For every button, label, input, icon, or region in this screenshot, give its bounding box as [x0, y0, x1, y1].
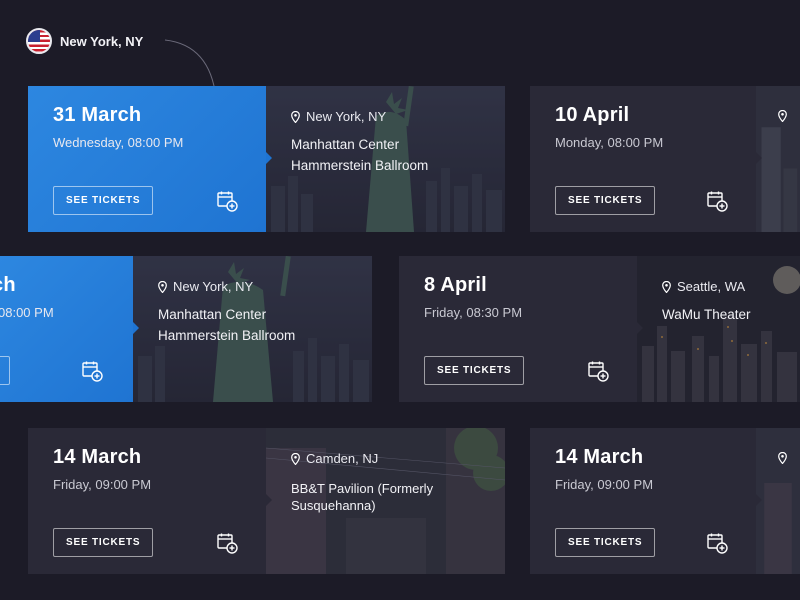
- event-time: Friday, 08:30 PM: [424, 305, 523, 320]
- event-card[interactable]: 8 April Friday, 08:30 PM SEE TICKETS Sea…: [399, 256, 800, 402]
- panel-arrow: [133, 322, 139, 334]
- event-date-panel: 14 March Friday, 09:00 PM SEE TICKETS: [530, 428, 762, 574]
- venue-line-1: Manhattan Center: [291, 137, 400, 152]
- event-card[interactable]: ch 08:00 PM: [0, 256, 372, 402]
- panel-arrow: [637, 322, 643, 334]
- event-time: 08:00 PM: [0, 305, 54, 320]
- location-pin-icon: [778, 109, 787, 123]
- calendar-add-icon[interactable]: [705, 189, 729, 213]
- event-date: 31 March: [53, 104, 142, 126]
- event-card[interactable]: 31 March Wednesday, 08:00 PM SEE TICKETS: [28, 86, 505, 232]
- calendar-add-icon[interactable]: [215, 531, 239, 555]
- city-photo: [756, 428, 800, 574]
- event-time: Monday, 08:00 PM: [555, 135, 664, 150]
- location-city-label: New York, NY: [60, 33, 144, 49]
- panel-arrow: [756, 494, 762, 506]
- event-venue-panel: [756, 428, 800, 574]
- calendar-add-icon[interactable]: [80, 359, 104, 383]
- event-location: New York, NY: [158, 279, 347, 294]
- venue-line-1: BB&T Pavilion (Formerly Susquehanna): [291, 481, 434, 513]
- event-venue: WaMu Theater: [662, 304, 775, 325]
- panel-arrow: [266, 152, 272, 164]
- location-pin-icon: [158, 280, 167, 293]
- event-location: New York, NY: [291, 109, 480, 124]
- venue-line-1: WaMu Theater: [662, 307, 751, 322]
- event-card[interactable]: 14 March Friday, 09:00 PM SEE TICKETS: [28, 428, 505, 574]
- calendar-add-icon[interactable]: [705, 531, 729, 555]
- location-pin-icon: [662, 280, 671, 293]
- event-venue: BB&T Pavilion (Formerly Susquehanna): [291, 480, 480, 514]
- event-date-panel: 10 April Monday, 08:00 PM SEE TICKETS: [530, 86, 762, 232]
- city-photo: [756, 86, 800, 232]
- venue-line-2: Hammerstein Ballroom: [158, 328, 296, 343]
- event-venue: Manhattan Center Hammerstein Ballroom: [291, 134, 480, 176]
- event-time: Friday, 09:00 PM: [53, 477, 152, 492]
- see-tickets-button[interactable]: SEE TICKETS: [424, 356, 525, 385]
- panel-arrow: [756, 152, 762, 164]
- see-tickets-button[interactable]: SEE TICKETS: [555, 528, 656, 557]
- venue-line-1: Manhattan Center: [158, 307, 267, 322]
- location-pin-icon: [291, 110, 300, 123]
- us-flag-icon: [26, 28, 52, 54]
- event-location-label: Seattle, WA: [677, 279, 746, 294]
- event-date: 8 April: [424, 274, 487, 296]
- event-venue: Manhattan Center Hammerstein Ballroom: [158, 304, 347, 346]
- event-date-panel: 31 March Wednesday, 08:00 PM SEE TICKETS: [28, 86, 272, 232]
- see-tickets-button[interactable]: SEE TICKETS: [555, 186, 656, 215]
- event-time: Wednesday, 08:00 PM: [53, 135, 184, 150]
- panel-arrow: [266, 494, 272, 506]
- see-tickets-button[interactable]: SEE TICKETS: [53, 186, 154, 215]
- see-tickets-button[interactable]: [0, 356, 10, 385]
- event-time: Friday, 09:00 PM: [555, 477, 654, 492]
- event-date-panel: 14 March Friday, 09:00 PM SEE TICKETS: [28, 428, 272, 574]
- event-venue-panel: New York, NY Manhattan Center Hammerstei…: [133, 256, 372, 402]
- event-location-label: New York, NY: [173, 279, 254, 294]
- see-tickets-button[interactable]: SEE TICKETS: [53, 528, 154, 557]
- event-location: Camden, NJ: [291, 451, 480, 466]
- venue-line-2: Hammerstein Ballroom: [291, 158, 429, 173]
- location-selector[interactable]: New York, NY: [26, 28, 143, 54]
- event-date: 14 March: [53, 446, 142, 468]
- event-date: ch: [0, 274, 16, 296]
- event-date: 14 March: [555, 446, 644, 468]
- event-location-label: New York, NY: [306, 109, 387, 124]
- event-venue-panel: Camden, NJ BB&T Pavilion (Formerly Susqu…: [266, 428, 505, 574]
- location-pin-icon: [778, 451, 787, 465]
- event-card[interactable]: 14 March Friday, 09:00 PM SEE TICKETS: [530, 428, 800, 574]
- event-date-panel: ch 08:00 PM: [0, 256, 139, 402]
- event-venue-panel: [756, 86, 800, 232]
- event-date: 10 April: [555, 104, 630, 126]
- calendar-add-icon[interactable]: [215, 189, 239, 213]
- calendar-add-icon[interactable]: [586, 359, 610, 383]
- event-card[interactable]: 10 April Monday, 08:00 PM SEE TICKETS: [530, 86, 800, 232]
- seattle-night-photo: [637, 256, 800, 402]
- event-date-panel: 8 April Friday, 08:30 PM SEE TICKETS: [399, 256, 643, 402]
- event-venue-panel: New York, NY Manhattan Center Hammerstei…: [266, 86, 505, 232]
- event-location-label: Camden, NJ: [306, 451, 379, 466]
- event-location: Seattle, WA: [662, 279, 775, 294]
- event-venue-panel: Seattle, WA WaMu Theater: [637, 256, 800, 402]
- location-pin-icon: [291, 452, 300, 465]
